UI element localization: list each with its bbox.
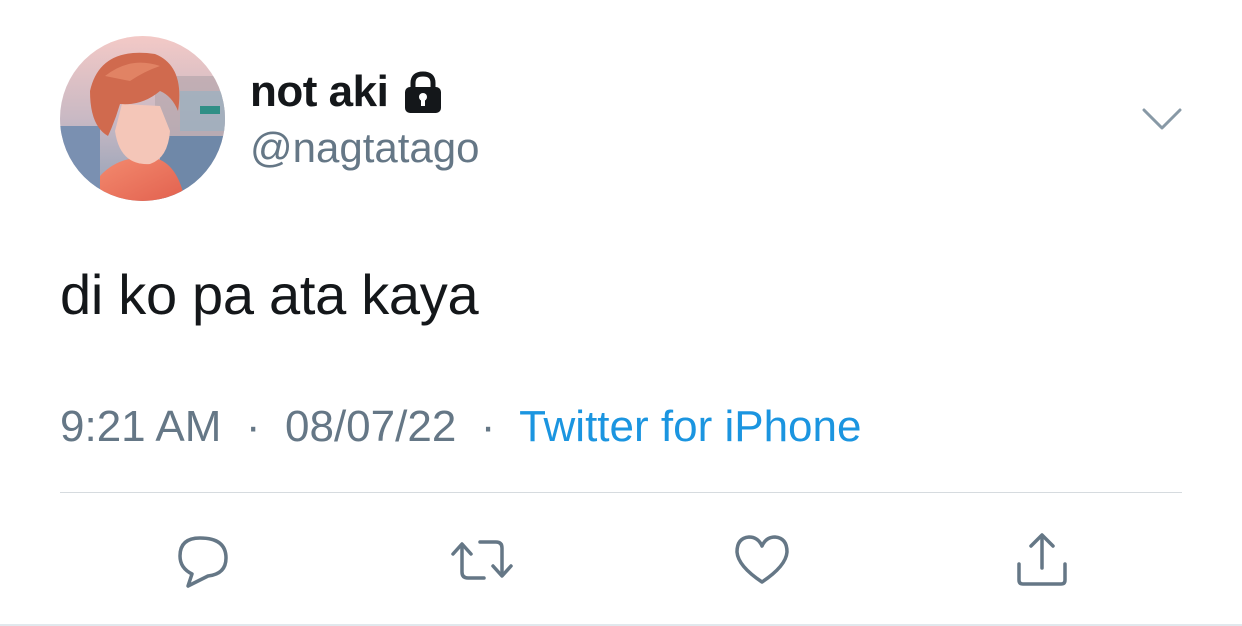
tweet-date: 08/07/22 — [285, 402, 457, 451]
profile-photo — [60, 36, 225, 201]
avatar[interactable] — [60, 36, 225, 201]
tweet-time: 9:21 AM — [60, 402, 222, 451]
tweet-source-link[interactable]: Twitter for iPhone — [519, 402, 861, 451]
display-name[interactable]: not aki — [250, 67, 389, 117]
share-button[interactable] — [1012, 530, 1072, 590]
lock-icon — [400, 69, 446, 115]
retweet-button[interactable] — [450, 530, 513, 590]
tweet-text: di ko pa ata kaya — [60, 263, 479, 326]
share-icon — [1017, 533, 1067, 586]
tweet-meta: 9:21 AM · 08/07/22 · Twitter for iPhone — [60, 402, 861, 452]
meta-separator: · — [468, 402, 508, 451]
heart-icon — [735, 535, 789, 584]
chevron-down-icon[interactable] — [1140, 104, 1184, 134]
like-button[interactable] — [732, 530, 792, 590]
author-handle[interactable]: @nagtatago — [250, 124, 479, 172]
reply-icon — [178, 536, 228, 588]
reply-button[interactable] — [174, 530, 234, 590]
meta-separator: · — [233, 402, 273, 451]
divider — [60, 492, 1182, 493]
retweet-icon — [451, 540, 513, 580]
author-name-row: not aki — [250, 66, 446, 118]
